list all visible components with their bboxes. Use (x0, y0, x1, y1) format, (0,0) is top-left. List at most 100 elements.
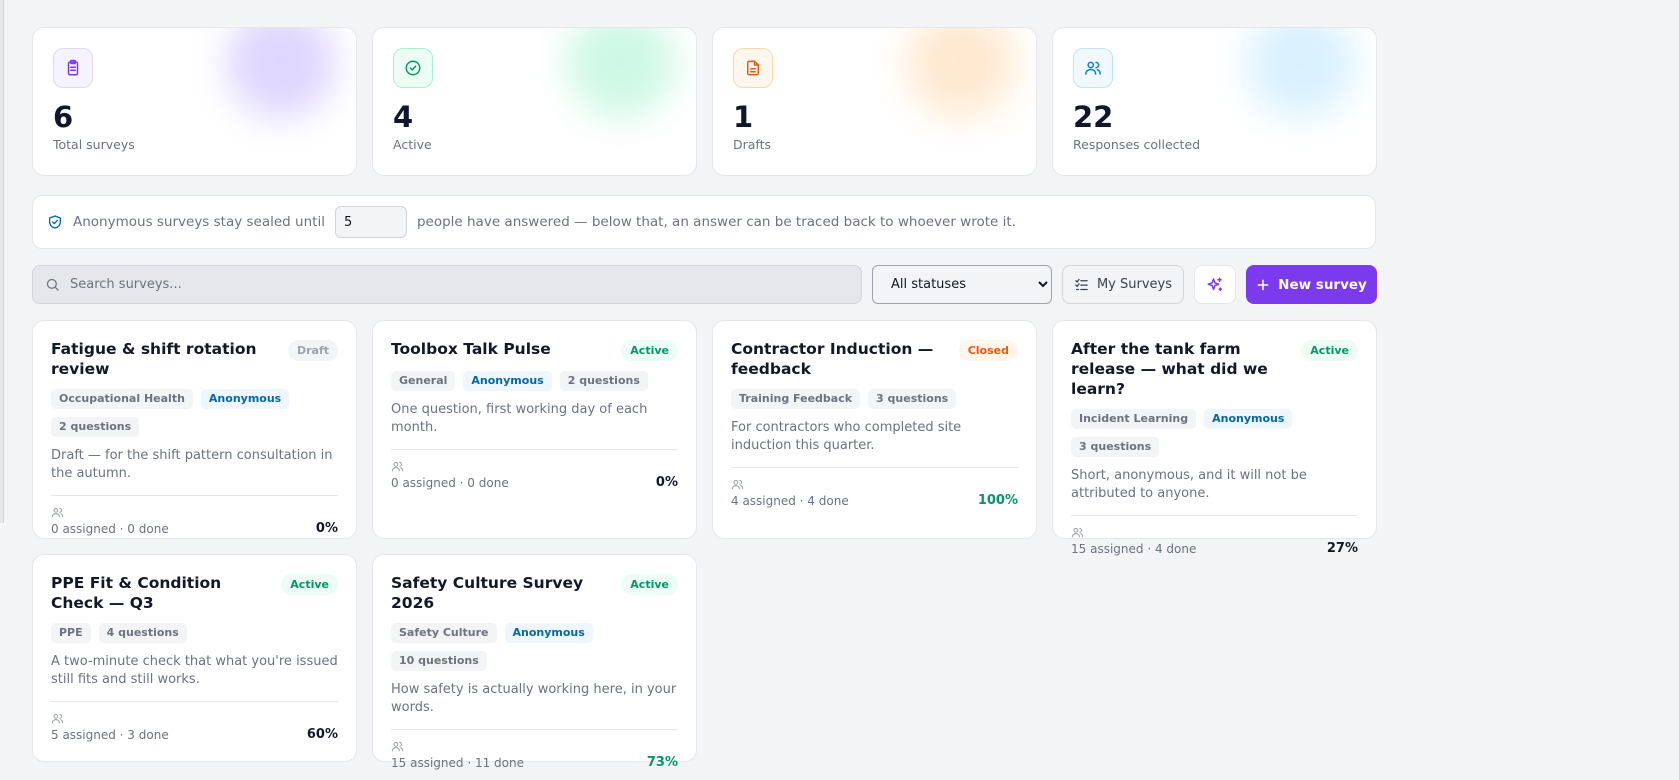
completion-percent: 60% (306, 727, 338, 742)
plus-icon (1257, 279, 1269, 290)
assignment-summary: 0 assigned · 0 done (391, 476, 509, 490)
question-count-tag: 4 questions (98, 623, 187, 643)
anonymous-tag: Anonymous (463, 371, 552, 391)
tag-list: Safety Culture Anonymous 10 questions (391, 623, 678, 671)
status-badge: Active (1301, 340, 1358, 361)
tag-list: Occupational Health Anonymous 2 question… (51, 389, 338, 437)
stat-value: 6 (53, 100, 74, 134)
search-input[interactable] (70, 277, 861, 292)
survey-card[interactable]: Toolbox Talk Pulse Active General Anonym… (372, 320, 697, 539)
new-survey-label: New survey (1278, 276, 1367, 293)
assignment-summary: 5 assigned · 3 done (51, 728, 169, 742)
new-survey-button[interactable]: New survey (1246, 265, 1377, 304)
notice-text-before: Anonymous surveys stay sealed until (73, 214, 325, 230)
stat-label: Responses collected (1073, 137, 1201, 152)
completion-percent: 100% (977, 493, 1018, 508)
survey-card[interactable]: Safety Culture Survey 2026 Active Safety… (372, 554, 697, 770)
question-count-tag: 3 questions (868, 389, 957, 409)
status-badge: Active (281, 574, 338, 595)
stat-card-drafts: 1 Drafts (712, 27, 1037, 176)
clipboard-icon (53, 48, 93, 88)
category-tag: Training Feedback (731, 389, 861, 409)
card-footer: 15 assigned · 4 done 27% (1071, 515, 1358, 576)
survey-title[interactable]: Safety Culture Survey 2026 (391, 573, 613, 613)
my-surveys-button[interactable]: My Surveys (1062, 265, 1184, 304)
survey-title[interactable]: Fatigue & shift rotation review (51, 339, 280, 379)
card-footer: 0 assigned · 0 done 0% (51, 495, 338, 556)
stat-card-active: 4 Active (372, 27, 697, 176)
category-tag: PPE (51, 623, 91, 643)
sparkle-icon (1207, 277, 1223, 291)
tag-list: PPE 4 questions (51, 623, 338, 643)
status-filter-select[interactable]: All statuses (872, 265, 1052, 304)
question-count-tag: 10 questions (391, 651, 487, 671)
left-scroll-edge (0, 0, 4, 523)
status-badge: Active (621, 574, 678, 595)
card-footer: 4 assigned · 4 done 100% (731, 467, 1018, 528)
stat-label: Drafts (733, 137, 772, 152)
tag-list: Training Feedback 3 questions (731, 389, 1018, 409)
stat-card-total-surveys: 6 Total surveys (32, 27, 357, 176)
stats-row: 6 Total surveys 4 Active 1 Drafts 22 Res… (32, 27, 1377, 176)
completion-percent: 0% (315, 521, 338, 536)
survey-description: Short, anonymous, and it will not be att… (1071, 468, 1307, 501)
shield-check-icon (49, 215, 61, 229)
assignment-summary: 4 assigned · 4 done (731, 494, 849, 508)
category-tag: Incident Learning (1071, 409, 1197, 429)
users-icon (731, 479, 744, 490)
card-footer: 0 assigned · 0 done 0% (391, 449, 678, 510)
stat-value: 4 (393, 100, 414, 134)
survey-card[interactable]: Fatigue & shift rotation review Draft Oc… (32, 320, 357, 539)
survey-description: For contractors who completed site induc… (731, 420, 962, 453)
status-badge: Active (621, 340, 678, 361)
completion-percent: 27% (1326, 541, 1358, 556)
category-tag: Occupational Health (51, 389, 193, 409)
survey-description: How safety is actually working here, in … (391, 682, 677, 715)
survey-toolbar: All statuses My Surveys New survey (32, 265, 1377, 304)
card-footer: 5 assigned · 3 done 60% (51, 701, 338, 762)
users-icon (1071, 527, 1084, 538)
assignment-summary: 15 assigned · 4 done (1071, 542, 1197, 556)
check-circle-icon (393, 48, 433, 88)
users-icon (391, 741, 404, 752)
users-icon (51, 713, 64, 724)
stat-value: 22 (1073, 100, 1114, 134)
anonymity-threshold-notice: Anonymous surveys stay sealed until peop… (32, 195, 1376, 249)
category-tag: General (391, 371, 456, 391)
completion-percent: 0% (655, 475, 678, 490)
survey-card[interactable]: After the tank farm release — what did w… (1052, 320, 1377, 556)
survey-title[interactable]: PPE Fit & Condition Check — Q3 (51, 573, 273, 613)
stat-label: Total surveys (53, 137, 135, 152)
stat-card-responses: 22 Responses collected (1052, 27, 1377, 176)
assignment-summary: 0 assigned · 0 done (51, 522, 169, 536)
question-count-tag: 2 questions (559, 371, 648, 391)
document-icon (733, 48, 773, 88)
assignment-summary: 15 assigned · 11 done (391, 756, 524, 770)
completion-percent: 73% (646, 755, 678, 770)
survey-title[interactable]: Toolbox Talk Pulse (391, 339, 551, 359)
question-count-tag: 2 questions (51, 417, 140, 437)
search-box[interactable] (32, 265, 862, 304)
survey-description: One question, first working day of each … (391, 402, 648, 435)
anonymous-tag: Anonymous (504, 623, 593, 643)
stat-value: 1 (733, 100, 754, 134)
users-icon (51, 507, 64, 518)
notice-text-after: people have answered — below that, an an… (416, 214, 1016, 230)
status-badge: Draft (287, 340, 338, 361)
anonymous-tag: Anonymous (200, 389, 290, 409)
checklist-icon (1075, 278, 1088, 291)
survey-title[interactable]: After the tank farm release — what did w… (1071, 339, 1293, 399)
ai-assist-button[interactable] (1194, 265, 1236, 304)
card-footer: 15 assigned · 11 done 73% (391, 729, 678, 780)
survey-title[interactable]: Contractor Induction — feedback (731, 339, 951, 379)
tag-list: Incident Learning Anonymous 3 questions (1071, 409, 1358, 457)
question-count-tag: 3 questions (1071, 437, 1160, 457)
survey-card[interactable]: PPE Fit & Condition Check — Q3 Active PP… (32, 554, 357, 762)
my-surveys-label: My Surveys (1096, 277, 1173, 292)
search-icon (46, 278, 59, 291)
survey-description: Draft — for the shift pattern consultati… (51, 448, 333, 481)
survey-card[interactable]: Contractor Induction — feedback Closed T… (712, 320, 1037, 539)
category-tag: Safety Culture (391, 623, 497, 643)
anonymity-threshold-input[interactable] (334, 206, 407, 238)
survey-description: A two-minute check that what you're issu… (51, 654, 338, 687)
